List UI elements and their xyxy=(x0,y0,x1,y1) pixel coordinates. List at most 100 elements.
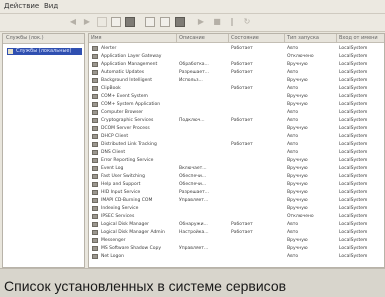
cell-logon: LocalSystem xyxy=(339,46,368,51)
properties-icon[interactable] xyxy=(125,17,135,27)
services-list: Имя Описание Состояние Тип запуска Вход … xyxy=(88,33,385,268)
cell-logon: LocalSystem xyxy=(339,78,368,83)
cell-name: Logical Disk Manager xyxy=(101,222,150,227)
toolbar: ◀ ▶ ▶ ■ ‖ ↻ xyxy=(0,14,385,32)
cell-name: Logical Disk Manager Admin xyxy=(101,230,165,235)
cell-startup: Отключено xyxy=(287,54,314,59)
menu-view[interactable]: Вид xyxy=(44,2,58,10)
table-row[interactable]: ClipBook Работает Авто LocalSystem xyxy=(89,85,384,92)
cell-desc: Управляет... xyxy=(179,246,209,251)
table-row[interactable]: Help and Support Обеспечи... Вручную LocalS… xyxy=(89,181,384,188)
column-header-name[interactable]: Имя xyxy=(89,34,177,43)
cell-startup: Вручную xyxy=(287,174,308,179)
forward-icon[interactable]: ▶ xyxy=(82,17,92,27)
cell-desc: Обеспечи... xyxy=(179,174,207,179)
table-row[interactable]: IMAPI CD-Burning COM Управляет... Вручную L… xyxy=(89,197,384,204)
cell-name: Application Layer Gateway xyxy=(101,54,162,59)
table-row[interactable]: Computer Browser Авто LocalSystem xyxy=(89,109,384,116)
table-row[interactable]: Logical Disk Manager Обнаружи... Работает А… xyxy=(89,221,384,228)
cell-startup: Авто xyxy=(287,230,299,235)
cell-name: Indexing Service xyxy=(101,206,139,211)
cell-logon: LocalSystem xyxy=(339,54,368,59)
service-gear-icon xyxy=(92,118,98,123)
console-tree: Службы (лок.) Службы (локальные) xyxy=(2,33,85,268)
services-node-icon xyxy=(8,49,13,54)
cell-logon: LocalSystem xyxy=(339,206,368,211)
table-row[interactable]: Logical Disk Manager Admin Настройка... Ра… xyxy=(89,229,384,236)
export-list-icon[interactable] xyxy=(160,17,170,27)
table-row[interactable]: COM+ System Application Вручную LocalSyste… xyxy=(89,101,384,108)
column-header-startup[interactable]: Тип запуска xyxy=(285,34,337,43)
cell-startup: Авто xyxy=(287,150,299,155)
cell-startup: Вручную xyxy=(287,246,308,251)
start-service-icon[interactable]: ▶ xyxy=(196,17,206,27)
table-row[interactable]: Distributed Link Tracking Работает Авто Loc… xyxy=(89,141,384,148)
cell-startup: Авто xyxy=(287,46,299,51)
services-window: Действие Вид ◀ ▶ ▶ ■ ‖ ↻ Службы (лок.) С… xyxy=(0,0,385,268)
column-header-status[interactable]: Состояние xyxy=(229,34,285,43)
up-level-icon[interactable] xyxy=(97,17,107,27)
table-row[interactable]: Cryptographic Services Подключ... Работает… xyxy=(89,117,384,124)
table-row[interactable]: DCOM Server Process Вручную LocalSystem xyxy=(89,125,384,132)
restart-service-icon[interactable]: ↻ xyxy=(242,17,252,27)
tree-item-services[interactable]: Службы (локальные) xyxy=(7,48,82,55)
cell-logon: LocalSystem xyxy=(339,94,368,99)
cell-startup: Отключено xyxy=(287,214,314,219)
cell-logon: LocalSystem xyxy=(339,230,368,235)
cell-name: IMAPI CD-Burning COM xyxy=(101,198,153,203)
refresh-icon[interactable] xyxy=(145,17,155,27)
column-header-description[interactable]: Описание xyxy=(177,34,229,43)
table-row[interactable]: DNS Client Авто LocalSystem xyxy=(89,149,384,156)
table-row[interactable]: Fast User Switching Обеспечи... Вручную Loc… xyxy=(89,173,384,180)
cell-name: IPSEC Services xyxy=(101,214,135,219)
cell-name: MS Software Shadow Copy xyxy=(101,246,162,251)
table-row[interactable]: Automatic Updates Разрешает... Работает Авт… xyxy=(89,69,384,76)
table-row[interactable]: DHCP Client Авто LocalSystem xyxy=(89,133,384,140)
table-row[interactable]: Indexing Service Вручную LocalSystem xyxy=(89,205,384,212)
table-row[interactable]: COM+ Event System Вручную LocalSystem xyxy=(89,93,384,100)
cell-startup: Вручную xyxy=(287,62,308,67)
cell-logon: LocalSystem xyxy=(339,62,368,67)
cell-name: Error Reporting Service xyxy=(101,158,154,163)
cell-name: COM+ System Application xyxy=(101,102,161,107)
cell-status: Работает xyxy=(231,62,253,67)
cell-logon: LocalSystem xyxy=(339,110,368,115)
table-row[interactable]: Event Log Включает... Вручную LocalSystem xyxy=(89,165,384,172)
table-row[interactable]: Application Management Обработка... Работа… xyxy=(89,61,384,68)
table-row[interactable]: IPSEC Services Отключено LocalSystem xyxy=(89,213,384,220)
table-row[interactable]: HID Input Service Разрешает... Вручную Loca… xyxy=(89,189,384,196)
menu-action[interactable]: Действие xyxy=(4,2,39,10)
cell-desc: Обеспечи... xyxy=(179,182,207,187)
table-row[interactable]: Net Logon Авто LocalSystem xyxy=(89,253,384,260)
table-row[interactable]: MS Software Shadow Copy Управляет... Вручн… xyxy=(89,245,384,252)
service-gear-icon xyxy=(92,126,98,131)
table-row[interactable]: Application Layer Gateway Отключено LocalS… xyxy=(89,53,384,60)
service-gear-icon xyxy=(92,230,98,235)
cell-name: Application Management xyxy=(101,62,158,67)
column-header-logon[interactable]: Вход от имени xyxy=(337,34,384,43)
service-gear-icon xyxy=(92,182,98,187)
cell-status: Работает xyxy=(231,46,253,51)
help-icon[interactable] xyxy=(175,17,185,27)
back-icon[interactable]: ◀ xyxy=(68,17,78,27)
table-row[interactable]: Alerter Работает Авто LocalSystem xyxy=(89,45,384,52)
cell-status: Работает xyxy=(231,118,253,123)
service-gear-icon xyxy=(92,214,98,219)
pause-service-icon[interactable]: ‖ xyxy=(227,17,237,27)
service-gear-icon xyxy=(92,190,98,195)
cell-logon: LocalSystem xyxy=(339,142,368,147)
cell-name: DNS Client xyxy=(101,150,126,155)
table-row[interactable]: Error Reporting Service Вручную LocalSyste… xyxy=(89,157,384,164)
cell-desc: Использ... xyxy=(179,78,203,83)
table-row[interactable]: Messenger Вручную LocalSystem xyxy=(89,237,384,244)
cell-logon: LocalSystem xyxy=(339,222,368,227)
cell-logon: LocalSystem xyxy=(339,102,368,107)
service-gear-icon xyxy=(92,142,98,147)
stop-service-icon[interactable]: ■ xyxy=(212,17,222,27)
show-hide-tree-icon[interactable] xyxy=(111,17,121,27)
cell-startup: Авто xyxy=(287,70,299,75)
cell-logon: LocalSystem xyxy=(339,86,368,91)
cell-logon: LocalSystem xyxy=(339,126,368,131)
cell-logon: LocalSystem xyxy=(339,198,368,203)
table-row[interactable]: Background Intelligent Использ... Вручную L… xyxy=(89,77,384,84)
